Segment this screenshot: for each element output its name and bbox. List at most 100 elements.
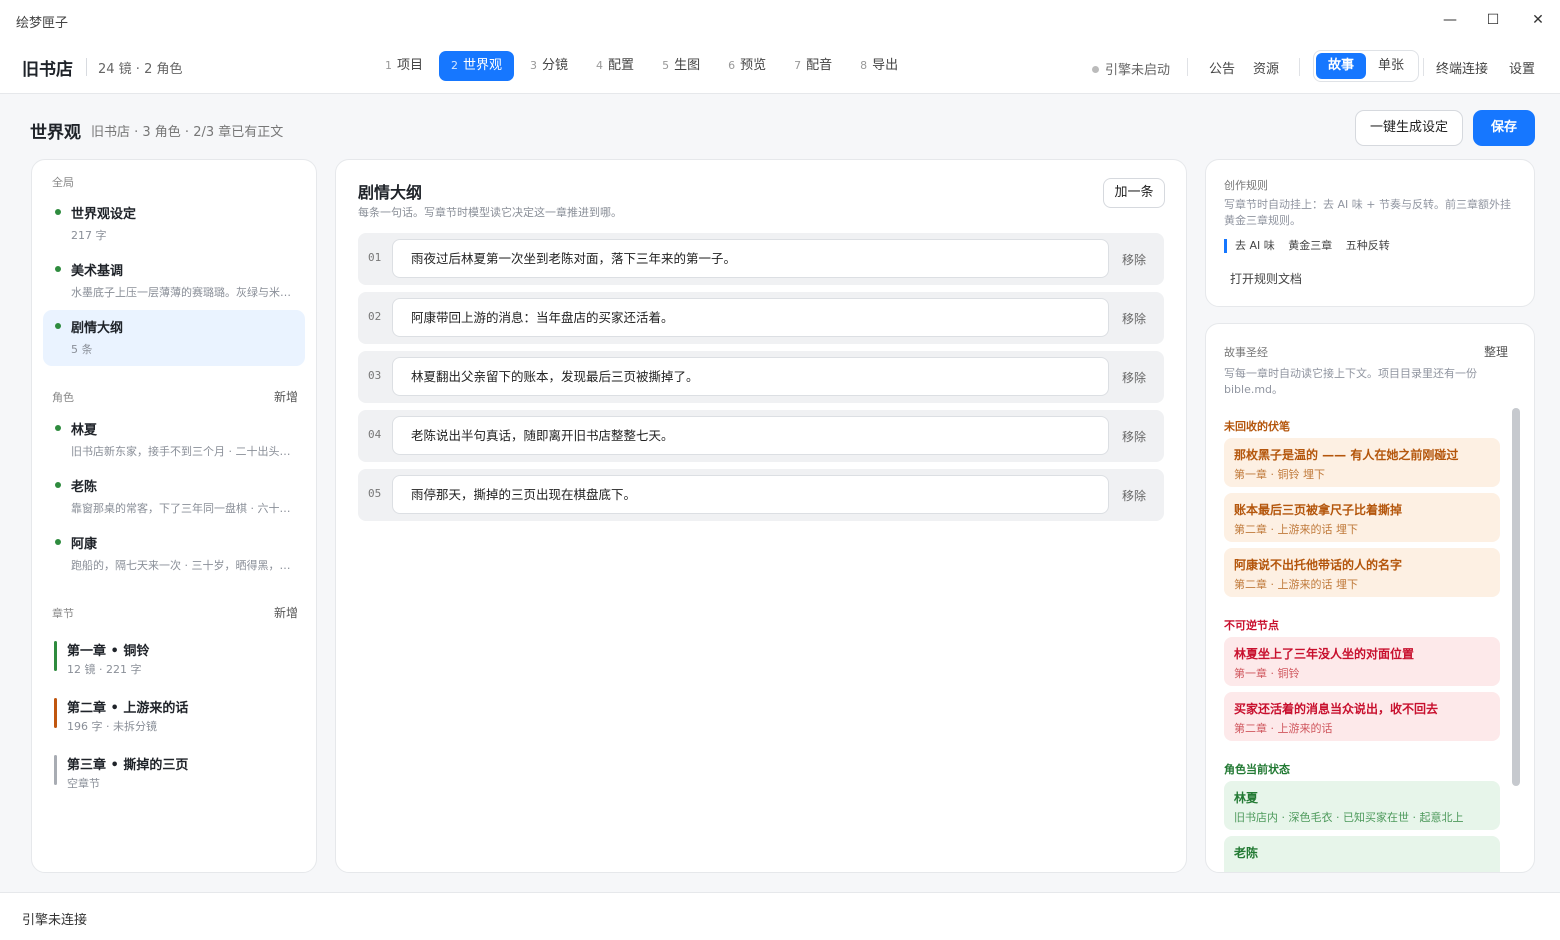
page-meta: 旧书店 · 3 角色 · 2/3 章已有正文 (91, 125, 284, 140)
step-label: 配音 (806, 58, 833, 73)
status-bar: 引擎未连接 (0, 892, 1560, 940)
resources-link[interactable]: 资源 (1253, 58, 1279, 77)
irreversible-card[interactable]: 买家还活着的消息当众说出，收不回去 第二章 · 上游来的话 (1224, 692, 1500, 741)
settings-link[interactable]: 设置 (1509, 58, 1535, 77)
role-state-card[interactable]: 林夏 旧书店内 · 深色毛衣 · 已知买家在世 · 起意北上 (1224, 781, 1500, 830)
mode-story-button[interactable]: 故事 (1316, 53, 1366, 79)
sidebar-item-sub: 旧书店新东家，接手不到三个月 · 二十出头，安静，记性好 (71, 445, 297, 458)
tab-step-2[interactable]: 2 世界观 (439, 51, 515, 81)
outline-text-input[interactable]: 阿康带回上游的消息：当年盘店的买家还活着。 (392, 298, 1109, 337)
outline-row-number: 02 (368, 310, 382, 323)
step-label: 导出 (872, 58, 899, 73)
tab-step-7[interactable]: 7 配音 (782, 51, 844, 81)
rules-label: 创作规则 (1224, 179, 1268, 192)
card-sub: 第二章 · 上游来的话 埋下 (1234, 523, 1358, 536)
card-title: 买家还活着的消息当众说出，收不回去 (1234, 702, 1439, 716)
outline-text-input[interactable]: 雨夜过后林夏第一次坐到老陈对面，落下三年来的第一子。 (392, 239, 1109, 278)
sidebar-item-role[interactable]: 林夏 旧书店新东家，接手不到三个月 · 二十出头，安静，记性好 (43, 412, 305, 468)
step-label: 生图 (674, 58, 701, 73)
generate-settings-button[interactable]: 一键生成设定 (1355, 110, 1463, 146)
sidebar-item-role[interactable]: 老陈 靠窗那桌的常客，下了三年同一盘棋 · 六十来岁，话少 (43, 469, 305, 525)
save-button[interactable]: 保存 (1473, 110, 1535, 146)
outline-subtitle: 每条一句话。写章节时模型读它决定这一章推进到哪。 (358, 206, 622, 219)
sidebar-item-sub: 217 字 (71, 229, 107, 242)
chapter-meta: 空章节 (67, 777, 100, 790)
roles-section-label: 角色 (52, 391, 74, 404)
card-sub: 第二章 · 上游来的话 (1234, 722, 1333, 735)
role-state-card[interactable]: 老陈 (1224, 836, 1500, 872)
rule-tag: 五种反转 (1345, 239, 1390, 252)
project-meta: 24 镜 · 2 角色 (98, 62, 183, 77)
mode-toggle: 故事 单张 (1313, 50, 1419, 82)
card-sub: 第一章 · 铜铃 (1234, 667, 1300, 680)
step-number: 4 (596, 59, 604, 72)
card-sub: 第二章 · 上游来的话 埋下 (1234, 578, 1358, 591)
sidebar-item-chapter[interactable]: 第一章 • 铜铃 12 镜 · 221 字 (54, 639, 306, 679)
status-dot-icon (55, 323, 61, 329)
close-icon[interactable]: ✕ (1528, 10, 1548, 30)
divider (1299, 58, 1300, 76)
card-title: 林夏坐上了三年没人坐的对面位置 (1234, 647, 1415, 661)
tab-step-5[interactable]: 5 生图 (650, 51, 712, 81)
minimize-icon[interactable]: — (1440, 10, 1460, 30)
maximize-icon[interactable]: ☐ (1483, 10, 1503, 30)
announcement-link[interactable]: 公告 (1209, 58, 1235, 77)
chapter-title: 第一章 • 铜铃 (67, 644, 150, 659)
remove-button[interactable]: 移除 (1122, 310, 1146, 327)
outline-text-input[interactable]: 老陈说出半句真话，随即离开旧书店整整七天。 (392, 416, 1109, 455)
outline-row: 03 林夏翻出父亲留下的账本，发现最后三页被撕掉了。 移除 (358, 351, 1164, 403)
foreshadow-card[interactable]: 账本最后三页被拿尺子比着撕掉 第二章 · 上游来的话 埋下 (1224, 493, 1500, 542)
remove-button[interactable]: 移除 (1122, 369, 1146, 386)
sidebar-item-role[interactable]: 阿康 跑船的，隔七天来一次 · 三十岁，晒得黑，嗓门大 (43, 526, 305, 582)
scrollbar[interactable] (1512, 408, 1520, 786)
remove-button[interactable]: 移除 (1122, 428, 1146, 445)
status-dot-icon (55, 266, 61, 272)
tab-step-1[interactable]: 1 项目 (373, 51, 435, 81)
outline-text-input[interactable]: 林夏翻出父亲留下的账本，发现最后三页被撕掉了。 (392, 357, 1109, 396)
step-number: 6 (728, 59, 736, 72)
outline-text-input[interactable]: 雨停那天，撕掉的三页出现在棋盘底下。 (392, 475, 1109, 514)
status-dot-icon (55, 482, 61, 488)
status-dot-icon (55, 539, 61, 545)
tab-step-6[interactable]: 6 预览 (716, 51, 778, 81)
step-label: 配置 (608, 58, 635, 73)
remove-button[interactable]: 移除 (1122, 251, 1146, 268)
sidebar-item-label: 老陈 (71, 480, 98, 495)
add-role-button[interactable]: 新增 (274, 388, 298, 405)
step-label: 项目 (397, 58, 424, 73)
sidebar-item-label: 林夏 (71, 423, 98, 438)
terminal-connect-link[interactable]: 终端连接 (1436, 58, 1488, 77)
step-label: 分镜 (542, 58, 569, 73)
sidebar: 全局 世界观设定 217 字 美术基调 水墨底子上压一层薄薄的赛璐璐。灰绿与米黄… (31, 159, 317, 873)
open-rules-doc-link[interactable]: 打开规则文档 (1230, 270, 1302, 287)
status-dot-icon (1092, 66, 1099, 73)
step-number: 3 (530, 59, 538, 72)
remove-button[interactable]: 移除 (1122, 487, 1146, 504)
sidebar-item-worldview[interactable]: 世界观设定 217 字 (43, 196, 305, 252)
mode-single-button[interactable]: 单张 (1366, 53, 1416, 79)
outline-row-number: 01 (368, 251, 382, 264)
sidebar-item-outline[interactable]: 剧情大纲 5 条 (43, 310, 305, 366)
foreshadow-card[interactable]: 那枚黑子是温的 —— 有人在她之前刚碰过 第一章 · 铜铃 埋下 (1224, 438, 1500, 487)
chapter-title: 第二章 • 上游来的话 (67, 701, 189, 716)
sidebar-item-chapter[interactable]: 第二章 • 上游来的话 196 字 · 未拆分镜 (54, 696, 306, 736)
global-section-label: 全局 (52, 176, 74, 189)
card-title: 阿康说不出托他带话的人的名字 (1234, 558, 1403, 572)
foreshadow-card[interactable]: 阿康说不出托他带话的人的名字 第二章 · 上游来的话 埋下 (1224, 548, 1500, 597)
step-number: 2 (451, 59, 459, 72)
chapter-title: 第三章 • 撕掉的三页 (67, 758, 189, 773)
add-outline-item-button[interactable]: 加一条 (1103, 178, 1165, 208)
step-label: 预览 (740, 58, 767, 73)
app-title: 绘梦匣子 (16, 16, 69, 31)
add-chapter-button[interactable]: 新增 (274, 604, 298, 621)
sidebar-item-sub: 5 条 (71, 343, 93, 356)
tab-step-8[interactable]: 8 导出 (848, 51, 910, 81)
page-title: 世界观 (30, 123, 81, 143)
tab-step-4[interactable]: 4 配置 (584, 51, 646, 81)
sidebar-item-chapter[interactable]: 第三章 • 撕掉的三页 空章节 (54, 753, 306, 793)
sidebar-item-art-style[interactable]: 美术基调 水墨底子上压一层薄薄的赛璐璐。灰绿与米黄为主调，夜景偏冷 (43, 253, 305, 309)
tab-step-3[interactable]: 3 分镜 (518, 51, 580, 81)
tidy-button[interactable]: 整理 (1484, 343, 1508, 360)
rule-tags: 去 AI 味 黄金三章 五种反转 (1224, 239, 1400, 253)
irreversible-card[interactable]: 林夏坐上了三年没人坐的对面位置 第一章 · 铜铃 (1224, 637, 1500, 686)
